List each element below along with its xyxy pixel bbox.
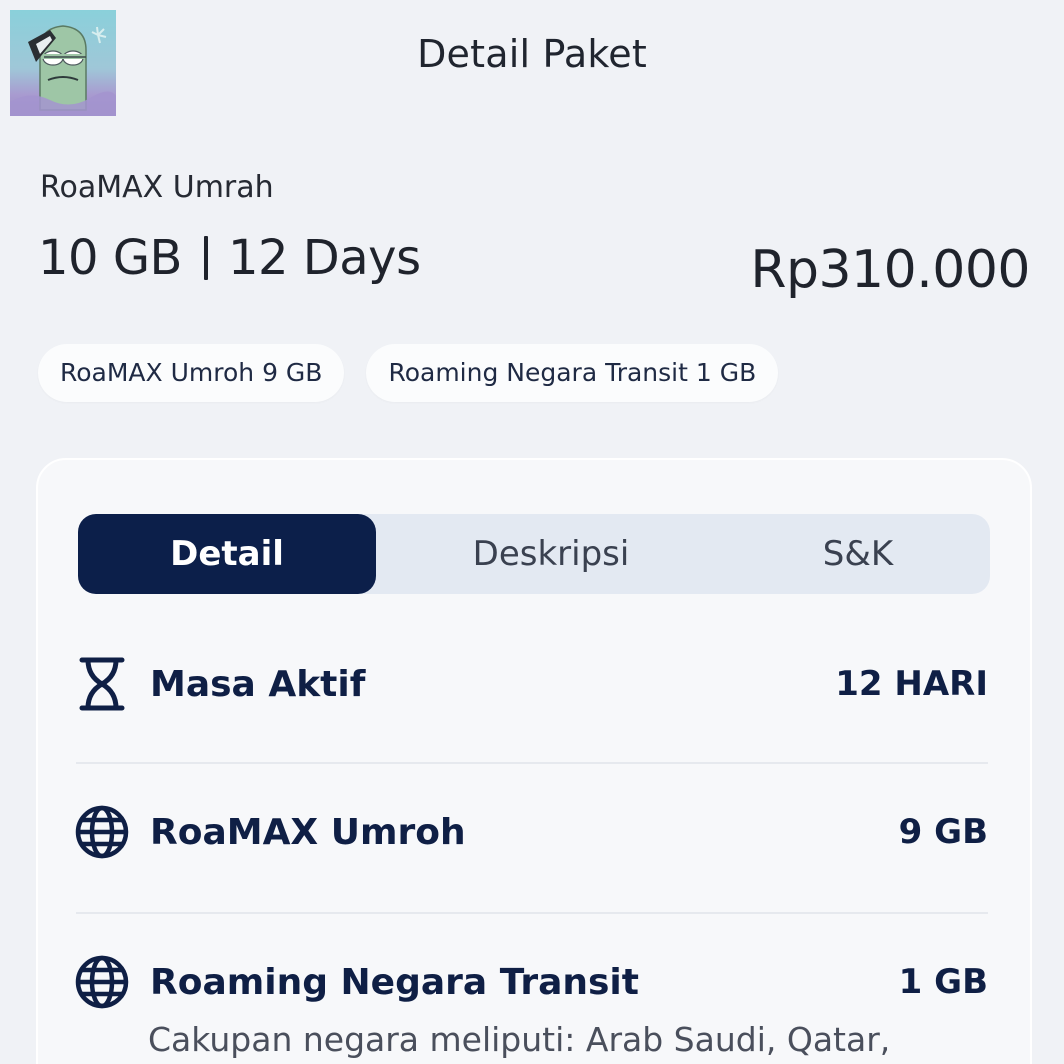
page-title: Detail Paket [417, 32, 647, 76]
package-specs: 10 GB 12 Days [38, 230, 421, 286]
detail-label: RoaMAX Umroh [150, 811, 466, 853]
detail-card: Detail Deskripsi S&K Masa Aktif 12 HARI [36, 458, 1032, 1064]
divider [76, 912, 988, 914]
specs-divider [203, 236, 208, 280]
tab-detail[interactable]: Detail [78, 514, 376, 594]
detail-label: Roaming Negara Transit [150, 961, 639, 1003]
quota-chip: Roaming Negara Transit 1 GB [366, 344, 779, 402]
package-name: RoaMAX Umrah [40, 170, 274, 205]
detail-value: 12 HARI [835, 664, 988, 704]
hourglass-icon [79, 657, 125, 711]
globe-icon [75, 955, 129, 1009]
detail-row-masa-aktif: Masa Aktif 12 HARI [74, 656, 988, 712]
detail-row-roaming-transit: Roaming Negara Transit 1 GB [74, 954, 988, 1010]
quota-chip: RoaMAX Umroh 9 GB [38, 344, 345, 402]
divider [76, 762, 988, 764]
detail-description: Cakupan negara meliputi: Arab Saudi, Qat… [148, 1020, 891, 1059]
detail-value: 1 GB [898, 962, 988, 1002]
package-detail-screen: Detail Paket RoaMAX Umrah 10 GB 12 Days … [0, 0, 1064, 1064]
package-duration: 12 Days [227, 230, 421, 286]
package-price: Rp310.000 [750, 240, 1030, 300]
tab-bar: Detail Deskripsi S&K [78, 514, 990, 594]
quota-chips: RoaMAX Umroh 9 GB Roaming Negara Transit… [38, 344, 779, 402]
detail-row-roamax-umroh: RoaMAX Umroh 9 GB [74, 804, 988, 860]
package-quota: 10 GB [38, 230, 182, 286]
detail-value: 9 GB [898, 812, 988, 852]
tab-sk[interactable]: S&K [726, 514, 990, 594]
detail-label: Masa Aktif [150, 663, 366, 705]
tab-deskripsi[interactable]: Deskripsi [376, 514, 726, 594]
globe-icon [75, 805, 129, 859]
